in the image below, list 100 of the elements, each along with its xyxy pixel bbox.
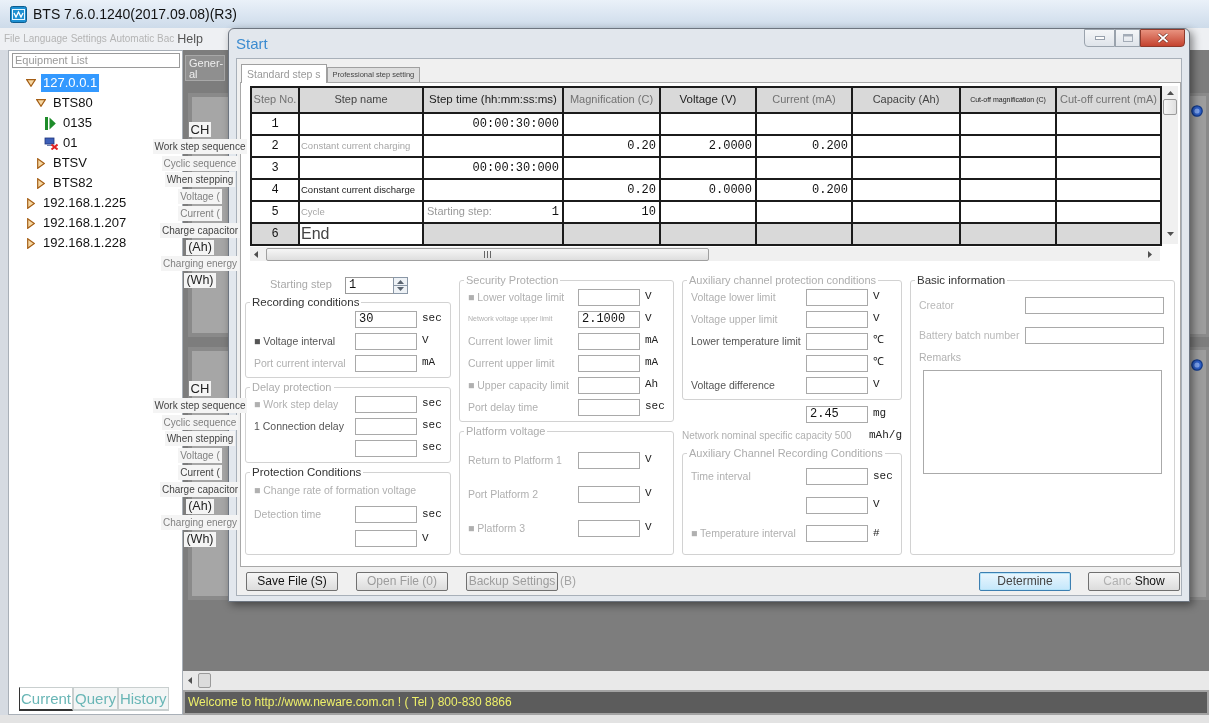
caret-down-icon[interactable] — [35, 99, 46, 107]
group-title: Recording conditions — [251, 296, 361, 308]
tree-item[interactable]: BTS80 — [51, 94, 95, 112]
vertical-scrollbar[interactable] — [1162, 86, 1178, 244]
tree-item[interactable]: 01 — [61, 134, 80, 152]
device-cross-icon — [43, 136, 58, 150]
horizontal-scrollbar[interactable] — [183, 671, 1209, 690]
caret-right-icon[interactable] — [36, 157, 45, 169]
channel-label: Voltage ( — [178, 448, 222, 464]
minimize-button[interactable] — [1084, 29, 1115, 47]
input-field[interactable] — [355, 395, 417, 413]
input-field[interactable] — [578, 451, 640, 469]
input-field[interactable] — [806, 496, 868, 514]
caret-right-icon[interactable] — [26, 237, 35, 249]
field-label: Creator — [919, 298, 955, 312]
unit-label: V — [645, 521, 653, 535]
unit-label: mA — [422, 356, 437, 370]
field-label: ■ Lower voltage limit — [468, 290, 566, 304]
tree-item[interactable]: 192.168.1.228 — [41, 234, 129, 252]
column-header: Step time (hh:mm:ss:ms) — [423, 87, 563, 113]
caret-right-icon[interactable] — [26, 217, 35, 229]
input-field[interactable]: 2.45 — [806, 405, 868, 423]
scrollbar-thumb[interactable] — [266, 247, 709, 261]
input-field[interactable] — [355, 529, 417, 547]
input-field[interactable] — [578, 354, 640, 372]
unit-label: # — [873, 526, 881, 541]
maximize-button[interactable] — [1115, 29, 1140, 47]
field-label: ■ Work step delay — [254, 397, 340, 411]
arrow-left-icon[interactable] — [188, 677, 192, 684]
dialog-button[interactable]: Determine — [979, 571, 1071, 591]
close-icon — [1156, 33, 1169, 43]
input-field[interactable]: 30 — [355, 310, 417, 328]
field-label: Starting step — [270, 278, 333, 292]
input-field[interactable] — [578, 398, 640, 416]
tree-item[interactable]: BTSV — [51, 154, 89, 172]
input-field[interactable] — [806, 468, 868, 485]
field-label: Battery batch number — [919, 328, 1021, 342]
unit-label: sec — [422, 441, 443, 455]
channel-label: (Wh) — [184, 273, 216, 289]
horizontal-scrollbar[interactable] — [250, 247, 1160, 261]
arrow-left-icon[interactable] — [254, 250, 258, 258]
field-label: Port current interval — [254, 356, 347, 370]
tree-item[interactable]: 0135 — [61, 114, 94, 132]
unit-label: Ah — [645, 378, 660, 392]
table-cell: 3 — [251, 157, 299, 179]
input-field[interactable] — [806, 525, 868, 542]
caret-right-icon[interactable] — [36, 177, 45, 189]
column-header: Step No. — [251, 87, 299, 113]
tree-item[interactable]: 192.168.1.225 — [41, 194, 129, 212]
input-field[interactable] — [578, 332, 640, 350]
arrow-down-icon[interactable] — [1166, 232, 1174, 236]
input-field[interactable] — [578, 288, 640, 306]
input-field[interactable] — [1025, 326, 1164, 344]
input-field[interactable] — [806, 376, 868, 394]
arrow-right-icon[interactable] — [1148, 250, 1152, 258]
input-field[interactable] — [806, 310, 868, 328]
field-label: Remarks — [919, 350, 962, 364]
input-field[interactable] — [806, 288, 868, 306]
field-label: Port delay time — [468, 400, 540, 414]
maximize-icon — [1122, 34, 1133, 42]
unit-label: sec — [422, 507, 443, 522]
input-field[interactable] — [355, 332, 417, 350]
arrow-up-icon[interactable] — [1166, 91, 1174, 95]
scrollbar-thumb[interactable] — [1163, 99, 1177, 115]
input-field[interactable] — [806, 354, 868, 372]
caret-right-icon[interactable] — [26, 197, 35, 209]
caret-down-icon[interactable] — [25, 79, 36, 87]
unit-label: V — [645, 290, 653, 304]
app-icon — [10, 5, 27, 23]
input-field[interactable] — [578, 376, 640, 394]
remarks-field[interactable] — [923, 370, 1162, 474]
input-field[interactable] — [1025, 296, 1164, 314]
input-field[interactable] — [355, 439, 417, 457]
field-label: ■ Change rate of formation voltage — [254, 484, 418, 498]
input-field[interactable] — [355, 506, 417, 523]
column-header: Current (mA) — [756, 87, 852, 113]
unit-label: V — [645, 453, 653, 467]
shortcut-label: (B) — [560, 573, 576, 589]
window-title: BTS 7.6.0.1240(2017.09.08)(R3) — [33, 5, 237, 23]
close-button[interactable] — [1140, 29, 1185, 47]
unit-label: sec — [873, 469, 894, 484]
dialog-button[interactable]: Save File (S) — [246, 571, 338, 591]
tree-item[interactable]: BTS82 — [51, 174, 95, 192]
menu-item[interactable]: Help — [177, 32, 203, 46]
unit-label: V — [873, 378, 881, 392]
unit-label: sec — [645, 400, 666, 414]
input-field[interactable] — [355, 354, 417, 372]
input-field[interactable] — [578, 485, 640, 503]
tree-item[interactable]: 192.168.1.207 — [41, 214, 129, 232]
unit-label: ℃ — [873, 356, 885, 370]
minimize-icon — [1094, 36, 1105, 40]
input-field[interactable] — [355, 417, 417, 435]
input-field[interactable] — [806, 332, 868, 350]
field-label: ■ Temperature interval — [691, 527, 797, 540]
column-header: Magnification (C) — [563, 87, 660, 113]
input-field[interactable] — [578, 519, 640, 537]
field-label: Port Platform 2 — [468, 487, 540, 501]
scrollbar-thumb[interactable] — [198, 673, 211, 688]
field-label: Voltage upper limit — [691, 312, 779, 326]
spin-arrows-icon[interactable] — [393, 276, 408, 294]
